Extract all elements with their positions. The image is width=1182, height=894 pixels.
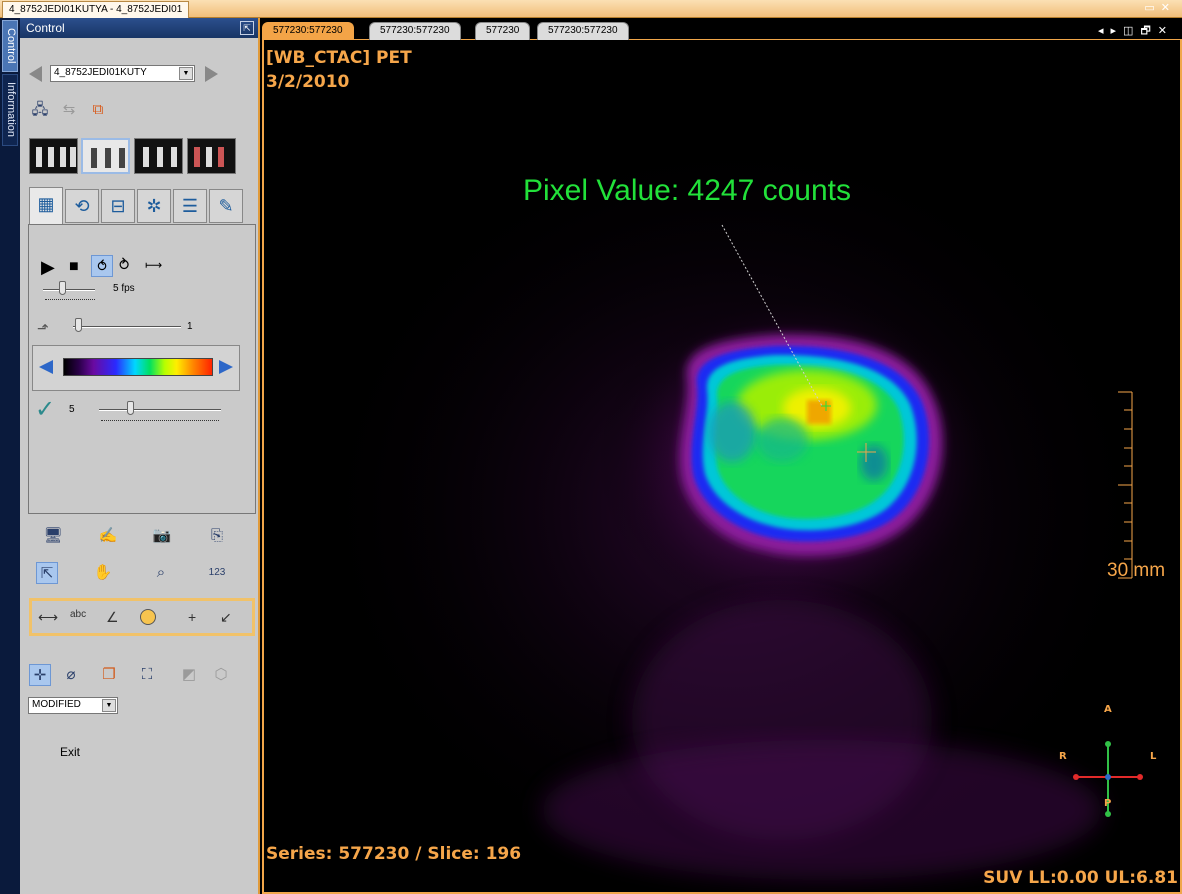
angle-icon[interactable]: ∠ <box>106 609 119 626</box>
transfer-icon: ⇆ <box>62 101 76 118</box>
frame-step-value: 1 <box>187 321 193 332</box>
tree-tab-icon[interactable]: ⊟ <box>101 189 135 223</box>
pet-image[interactable] <box>262 40 1182 894</box>
threshold-slider[interactable] <box>99 409 221 411</box>
camera-icon[interactable]: 📷 <box>151 525 173 547</box>
orientation-label-r: R <box>1059 751 1067 762</box>
rotate-tab-icon[interactable]: ⟲ <box>65 189 99 223</box>
orientation-label-a: A <box>1104 704 1112 715</box>
stack-icon[interactable]: ❐ <box>98 664 120 686</box>
next-patient-icon[interactable] <box>205 66 218 82</box>
color-map-gradient <box>63 358 213 376</box>
control-panel: Control ⇱ 4_8752JEDI01KUTY ▼ 🖧 ⇆ ⧉ ▦ ⟲ ⊟… <box>20 18 260 894</box>
fullscreen-icon[interactable]: ⛶ <box>136 664 158 686</box>
patient-select[interactable]: 4_8752JEDI01KUTY ▼ <box>50 65 195 82</box>
display-mode-value: MODIFIED <box>32 699 81 710</box>
neck-uptake <box>542 740 1102 880</box>
exit-button[interactable]: Exit <box>60 745 80 759</box>
copy-icon[interactable]: ⎘ <box>206 525 228 547</box>
previous-patient-icon[interactable] <box>29 66 42 82</box>
window-title: 4_8752JEDI01KUTYA - 4_8752JEDI01 <box>2 1 190 18</box>
ruler-icon[interactable]: ⟷ <box>38 609 58 626</box>
pin-icon[interactable]: ⇱ <box>240 21 254 35</box>
orientation-label-p: P <box>1104 798 1112 809</box>
threshold-thumb[interactable] <box>127 401 134 415</box>
bounce-icon[interactable]: ⥁ <box>119 256 129 274</box>
point-icon[interactable]: + <box>188 609 196 625</box>
select-pointer-icon[interactable]: ⇱ <box>36 562 58 584</box>
panel-title: Control <box>26 21 65 35</box>
step-icon[interactable]: ⟼ <box>145 258 162 272</box>
export-icon[interactable]: ⧉ <box>87 99 109 121</box>
measurement-toolbar: ⟷ abc ∠ + ↙ <box>29 598 255 636</box>
panel-header: Control ⇱ <box>20 18 258 38</box>
ventricle-center <box>756 418 808 462</box>
viewer-window-controls[interactable]: ◂▸◫🗗✕ <box>1098 22 1174 41</box>
next-colormap-icon[interactable] <box>219 360 233 374</box>
pan-hand-icon[interactable]: ✋ <box>92 562 114 584</box>
series-title: [WB_CTAC] PET <box>266 48 412 68</box>
layout-tab-icon[interactable]: ▦ <box>29 187 63 225</box>
network-icon[interactable]: 🖧 <box>29 99 51 121</box>
frame-rate-label: 5 fps <box>113 283 135 294</box>
list-tab-icon[interactable]: ☰ <box>173 189 207 223</box>
play-icon[interactable]: ▶ <box>41 257 55 278</box>
palette-tab-icon[interactable]: ✎ <box>209 189 243 223</box>
arrow-annotation-icon[interactable]: ↙ <box>220 609 232 626</box>
checkmark-icon[interactable]: ✓ <box>35 395 55 424</box>
previous-colormap-icon[interactable] <box>39 360 53 374</box>
window-controls[interactable]: ▭✕ <box>1144 1 1176 14</box>
threshold-ticks <box>101 417 219 421</box>
pixel-roi-highlight <box>807 400 831 424</box>
frame-rate-slider[interactable] <box>43 289 95 291</box>
side-tab-information[interactable]: Information <box>2 74 18 146</box>
scale-label: 30 mm <box>1107 560 1166 581</box>
side-tab-strip: Control Information <box>0 18 20 894</box>
loop-icon[interactable]: ⥀ <box>91 255 113 277</box>
3d-cube-icon: ⬡ <box>214 666 228 683</box>
suv-window-info: SUV LL:0.00 UL:6.81 <box>983 868 1178 888</box>
numbering-icon[interactable]: 123 <box>206 562 228 584</box>
mpr-icon: ◩ <box>181 666 197 683</box>
frame-step-icon: ⬏ <box>37 320 49 336</box>
settings-tab-icon[interactable]: ✲ <box>137 189 171 223</box>
link-off-icon[interactable]: ⌀ <box>60 664 82 686</box>
side-tab-control[interactable]: Control <box>2 20 18 72</box>
tool-tab-bar: ▦ ⟲ ⊟ ✲ ☰ ✎ <box>29 187 255 225</box>
frame-step-slider[interactable] <box>73 326 181 328</box>
threshold-value: 5 <box>69 404 75 415</box>
frame-rate-ticks <box>45 296 95 300</box>
display-mode-select[interactable]: MODIFIED ▼ <box>28 697 118 714</box>
layout-thumbnail-2[interactable] <box>81 138 130 174</box>
series-tab-2[interactable]: 577230:577230 <box>369 22 461 40</box>
frame-step-thumb[interactable] <box>75 318 82 332</box>
window-title-bar: 4_8752JEDI01KUTYA - 4_8752JEDI01 ▭✕ <box>0 0 1182 18</box>
zoom-icon[interactable]: ⌕ <box>150 562 172 584</box>
series-slice-info: Series: 577230 / Slice: 196 <box>266 844 522 864</box>
chevron-down-icon[interactable]: ▼ <box>179 67 193 80</box>
patient-select-value: 4_8752JEDI01KUTY <box>54 67 147 78</box>
pixel-value-annotation[interactable]: Pixel Value: 4247 counts <box>523 174 851 208</box>
monitor-icon[interactable]: 🖥 <box>42 525 64 547</box>
ventricle-left <box>708 402 756 462</box>
series-tab-1[interactable]: 577230:577230 <box>262 22 354 40</box>
layout-thumbnail-3[interactable] <box>134 138 183 174</box>
series-tab-3[interactable]: 577230 <box>475 22 531 40</box>
frame-rate-thumb[interactable] <box>59 281 66 295</box>
series-tab-bar: 577230:577230 577230:577230 577230 57723… <box>262 18 1182 40</box>
crosshair-icon[interactable]: ✛ <box>29 664 51 686</box>
color-map-selector <box>32 345 240 391</box>
text-annotation-icon[interactable]: abc <box>70 609 86 620</box>
stop-icon[interactable]: ■ <box>69 258 79 276</box>
orientation-label-l: L <box>1150 751 1157 762</box>
layout-thumbnail-1[interactable] <box>29 138 78 174</box>
series-tab-4[interactable]: 577230:577230 <box>537 22 629 40</box>
save-edit-icon[interactable]: ✍ <box>97 525 119 547</box>
layout-thumbnail-4[interactable] <box>187 138 236 174</box>
study-date: 3/2/2010 <box>266 72 350 92</box>
region-right <box>860 445 888 481</box>
chevron-down-icon[interactable]: ▼ <box>102 699 116 712</box>
ellipse-roi-icon[interactable] <box>140 609 156 628</box>
image-viewer: 577230:577230 577230:577230 577230 57723… <box>262 18 1182 894</box>
